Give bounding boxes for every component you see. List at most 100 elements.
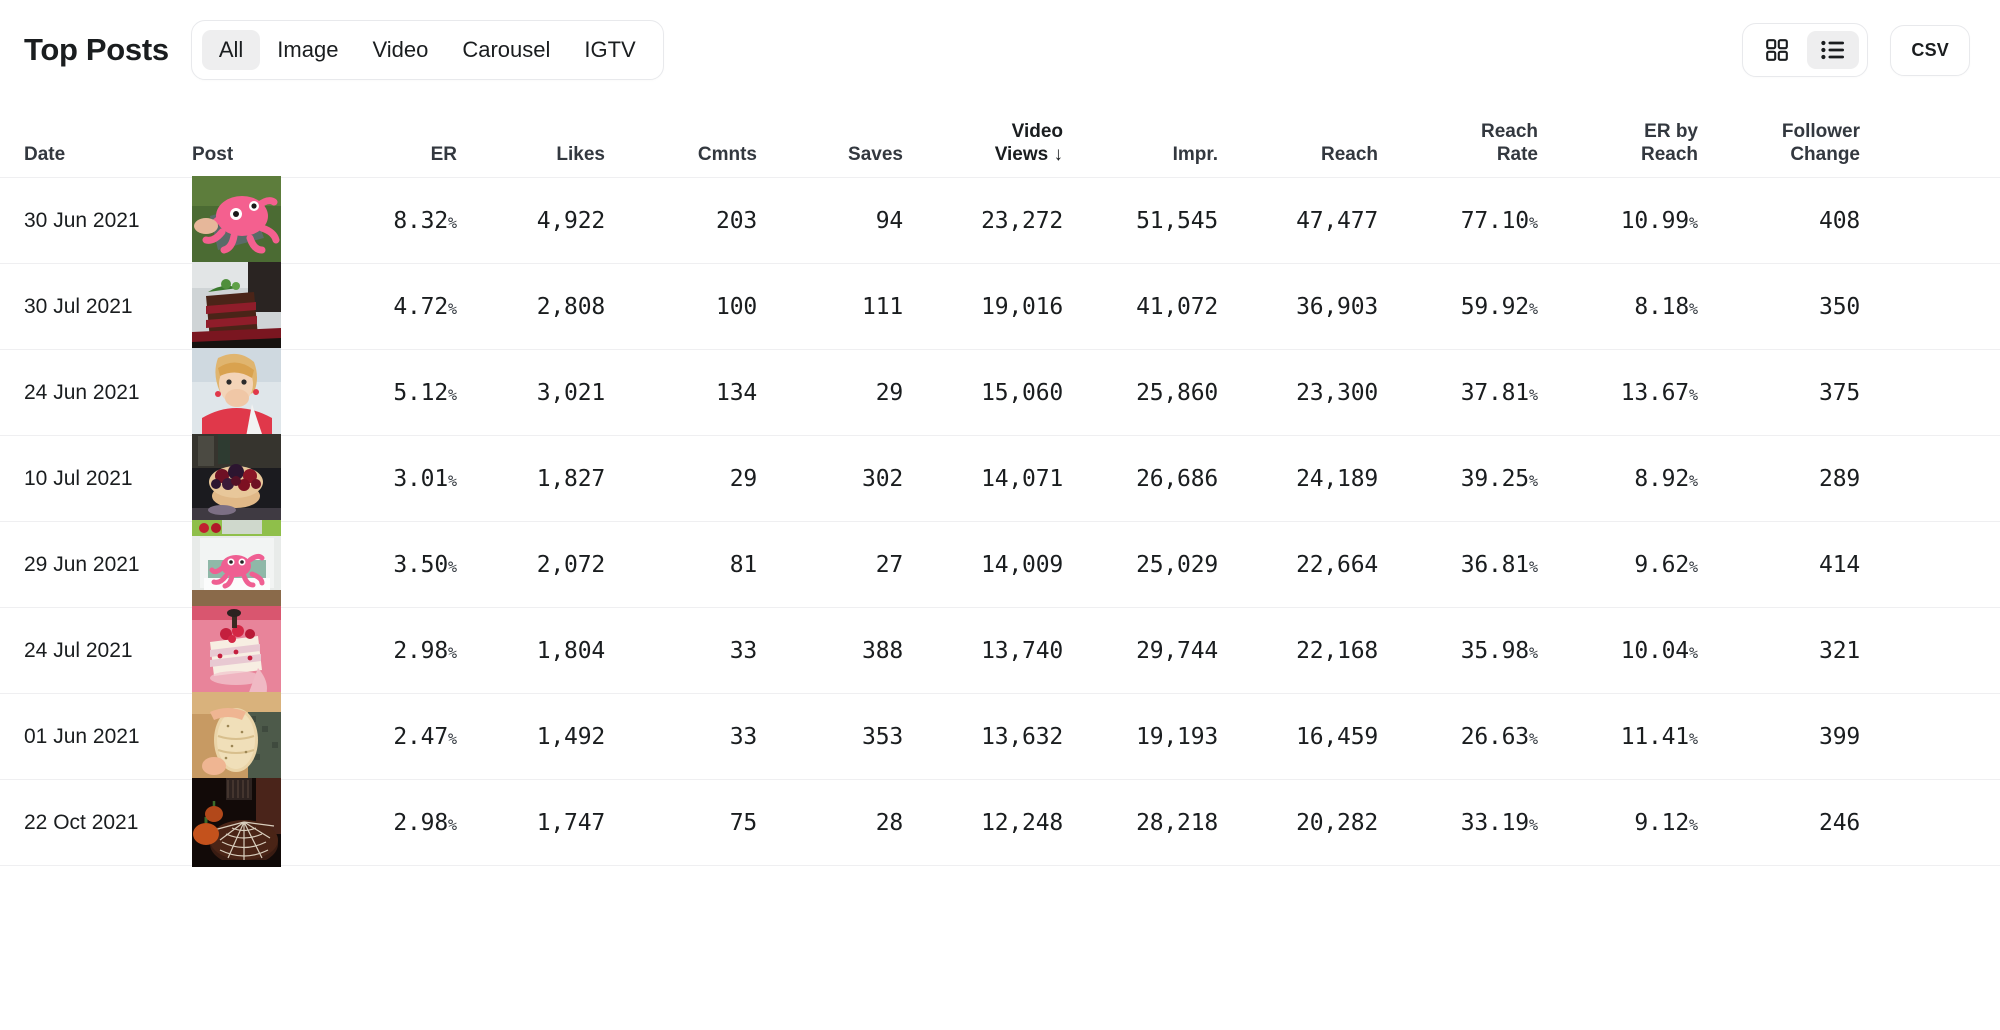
toolbar-actions: CSV (1742, 23, 1976, 77)
cell-impressions: 41,072 (1136, 293, 1218, 320)
posts-table: Date Post ER Likes Cmnts Saves Video Vie… (0, 100, 2000, 867)
cell-follower-change: 408 (1819, 207, 1860, 234)
cell-cmnts: 100 (716, 293, 757, 320)
cell-likes: 3,021 (536, 379, 605, 406)
cell-impressions: 51,545 (1136, 207, 1218, 234)
column-header-er[interactable]: ER (312, 143, 457, 167)
tab-all[interactable]: All (201, 30, 261, 70)
cell-er: 8.32% (393, 207, 457, 234)
post-thumbnail[interactable] (192, 778, 281, 867)
column-header-likes[interactable]: Likes (457, 143, 605, 167)
column-header-follower-change[interactable]: Follower Change (1698, 120, 1860, 168)
cell-impressions: 28,218 (1136, 809, 1218, 836)
table-body: 30 Jun 2021 8.32% 4,922 203 94 23,272 51,545 4… (0, 176, 2000, 867)
post-thumbnail[interactable] (192, 262, 281, 351)
cell-likes: 4,922 (536, 207, 605, 234)
table-row[interactable]: 24 Jul 2021 2.98% 1,804 33 388 13,740 29,744 2… (0, 606, 2000, 695)
cell-video-views: 13,632 (981, 723, 1063, 750)
cell-reach-rate: 33.19% (1460, 809, 1538, 836)
column-header-post[interactable]: Post (192, 143, 312, 167)
post-thumbnail[interactable] (192, 434, 281, 523)
cell-impressions: 19,193 (1136, 723, 1218, 750)
table-header-row: Date Post ER Likes Cmnts Saves Video Vie… (0, 100, 2000, 178)
cell-video-views: 14,071 (981, 465, 1063, 492)
tab-image[interactable]: Image (260, 30, 355, 70)
table-row[interactable]: 22 Oct 2021 2.98% 1,747 75 28 12,248 28,218 20… (0, 778, 2000, 867)
column-header-cmnts[interactable]: Cmnts (605, 143, 757, 167)
cell-video-views: 14,009 (981, 551, 1063, 578)
cell-reach-rate: 39.25% (1460, 465, 1538, 492)
cell-impressions: 25,029 (1136, 551, 1218, 578)
cell-er: 2.98% (393, 637, 457, 664)
table-row[interactable]: 30 Jun 2021 8.32% 4,922 203 94 23,272 51,545 4… (0, 176, 2000, 265)
grid-icon (1766, 39, 1789, 61)
cell-saves: 27 (875, 551, 903, 578)
cell-date: 24 Jul 2021 (24, 638, 133, 662)
cell-er-by-reach: 10.04% (1620, 637, 1698, 664)
column-header-date[interactable]: Date (24, 143, 192, 167)
post-thumbnail[interactable] (192, 606, 281, 695)
table-row[interactable]: 29 Jun 2021 3.50% 2,072 81 27 14,009 25,029 22… (0, 520, 2000, 609)
cell-video-views: 12,248 (981, 809, 1063, 836)
tab-igtv[interactable]: IGTV (567, 30, 652, 70)
cell-post (192, 606, 312, 695)
cell-cmnts: 33 (729, 637, 757, 664)
column-header-video-views[interactable]: Video Views ↓ (903, 120, 1063, 168)
cell-cmnts: 81 (729, 551, 757, 578)
table-row[interactable]: 01 Jun 2021 2.47% 1,492 33 353 13,632 19,193 1… (0, 692, 2000, 781)
post-thumbnail[interactable] (192, 348, 281, 437)
grid-view-button[interactable] (1751, 31, 1803, 69)
cell-er: 3.01% (393, 465, 457, 492)
cell-post (192, 348, 312, 437)
cell-reach: 36,903 (1296, 293, 1378, 320)
table-row[interactable]: 10 Jul 2021 3.01% 1,827 29 302 14,071 26,686 2… (0, 434, 2000, 523)
cell-er: 5.12% (393, 379, 457, 406)
cell-date: 01 Jun 2021 (24, 724, 140, 748)
post-thumbnail[interactable] (192, 692, 281, 781)
cell-er: 2.98% (393, 809, 457, 836)
cell-reach-rate: 77.10% (1460, 207, 1538, 234)
tab-carousel[interactable]: Carousel (445, 30, 567, 70)
cell-follower-change: 321 (1819, 637, 1860, 664)
cell-date: 29 Jun 2021 (24, 552, 140, 576)
cell-saves: 28 (875, 809, 903, 836)
post-thumbnail[interactable] (192, 176, 281, 265)
cell-follower-change: 289 (1819, 465, 1860, 492)
top-posts-panel: Top Posts All Image Video Carousel IGTV (0, 0, 2000, 1030)
column-header-impr[interactable]: Impr. (1063, 143, 1218, 167)
cell-er-by-reach: 11.41% (1620, 723, 1698, 750)
table-row[interactable]: 24 Jun 2021 5.12% 3,021 134 29 15,060 25,860 2… (0, 348, 2000, 437)
cell-follower-change: 375 (1819, 379, 1860, 406)
cell-impressions: 26,686 (1136, 465, 1218, 492)
cell-saves: 94 (875, 207, 903, 234)
cell-reach: 23,300 (1296, 379, 1378, 406)
cell-cmnts: 134 (716, 379, 757, 406)
column-header-reach[interactable]: Reach (1218, 143, 1378, 167)
cell-er-by-reach: 10.99% (1620, 207, 1698, 234)
tab-video[interactable]: Video (355, 30, 445, 70)
cell-post (192, 262, 312, 351)
cell-follower-change: 246 (1819, 809, 1860, 836)
cell-video-views: 19,016 (981, 293, 1063, 320)
cell-cmnts: 33 (729, 723, 757, 750)
cell-video-views: 13,740 (981, 637, 1063, 664)
cell-reach-rate: 35.98% (1460, 637, 1538, 664)
column-header-saves[interactable]: Saves (757, 143, 903, 167)
table-row[interactable]: 30 Jul 2021 4.72% 2,808 100 111 19,016 41,072… (0, 262, 2000, 351)
cell-er: 2.47% (393, 723, 457, 750)
post-thumbnail[interactable] (192, 520, 281, 609)
cell-er-by-reach: 9.62% (1634, 551, 1698, 578)
cell-er-by-reach: 9.12% (1634, 809, 1698, 836)
cell-saves: 111 (862, 293, 903, 320)
export-csv-button[interactable]: CSV (1890, 24, 1970, 76)
column-header-reach-rate[interactable]: Reach Rate (1378, 120, 1538, 168)
cell-saves: 302 (862, 465, 903, 492)
list-view-button[interactable] (1807, 31, 1860, 69)
cell-impressions: 25,860 (1136, 379, 1218, 406)
cell-reach-rate: 59.92% (1460, 293, 1538, 320)
cell-reach-rate: 26.63% (1460, 723, 1538, 750)
cell-er-by-reach: 8.92% (1634, 465, 1698, 492)
cell-cmnts: 203 (716, 207, 757, 234)
column-header-er-by-reach[interactable]: ER by Reach (1538, 120, 1698, 168)
cell-reach: 22,168 (1296, 637, 1378, 664)
